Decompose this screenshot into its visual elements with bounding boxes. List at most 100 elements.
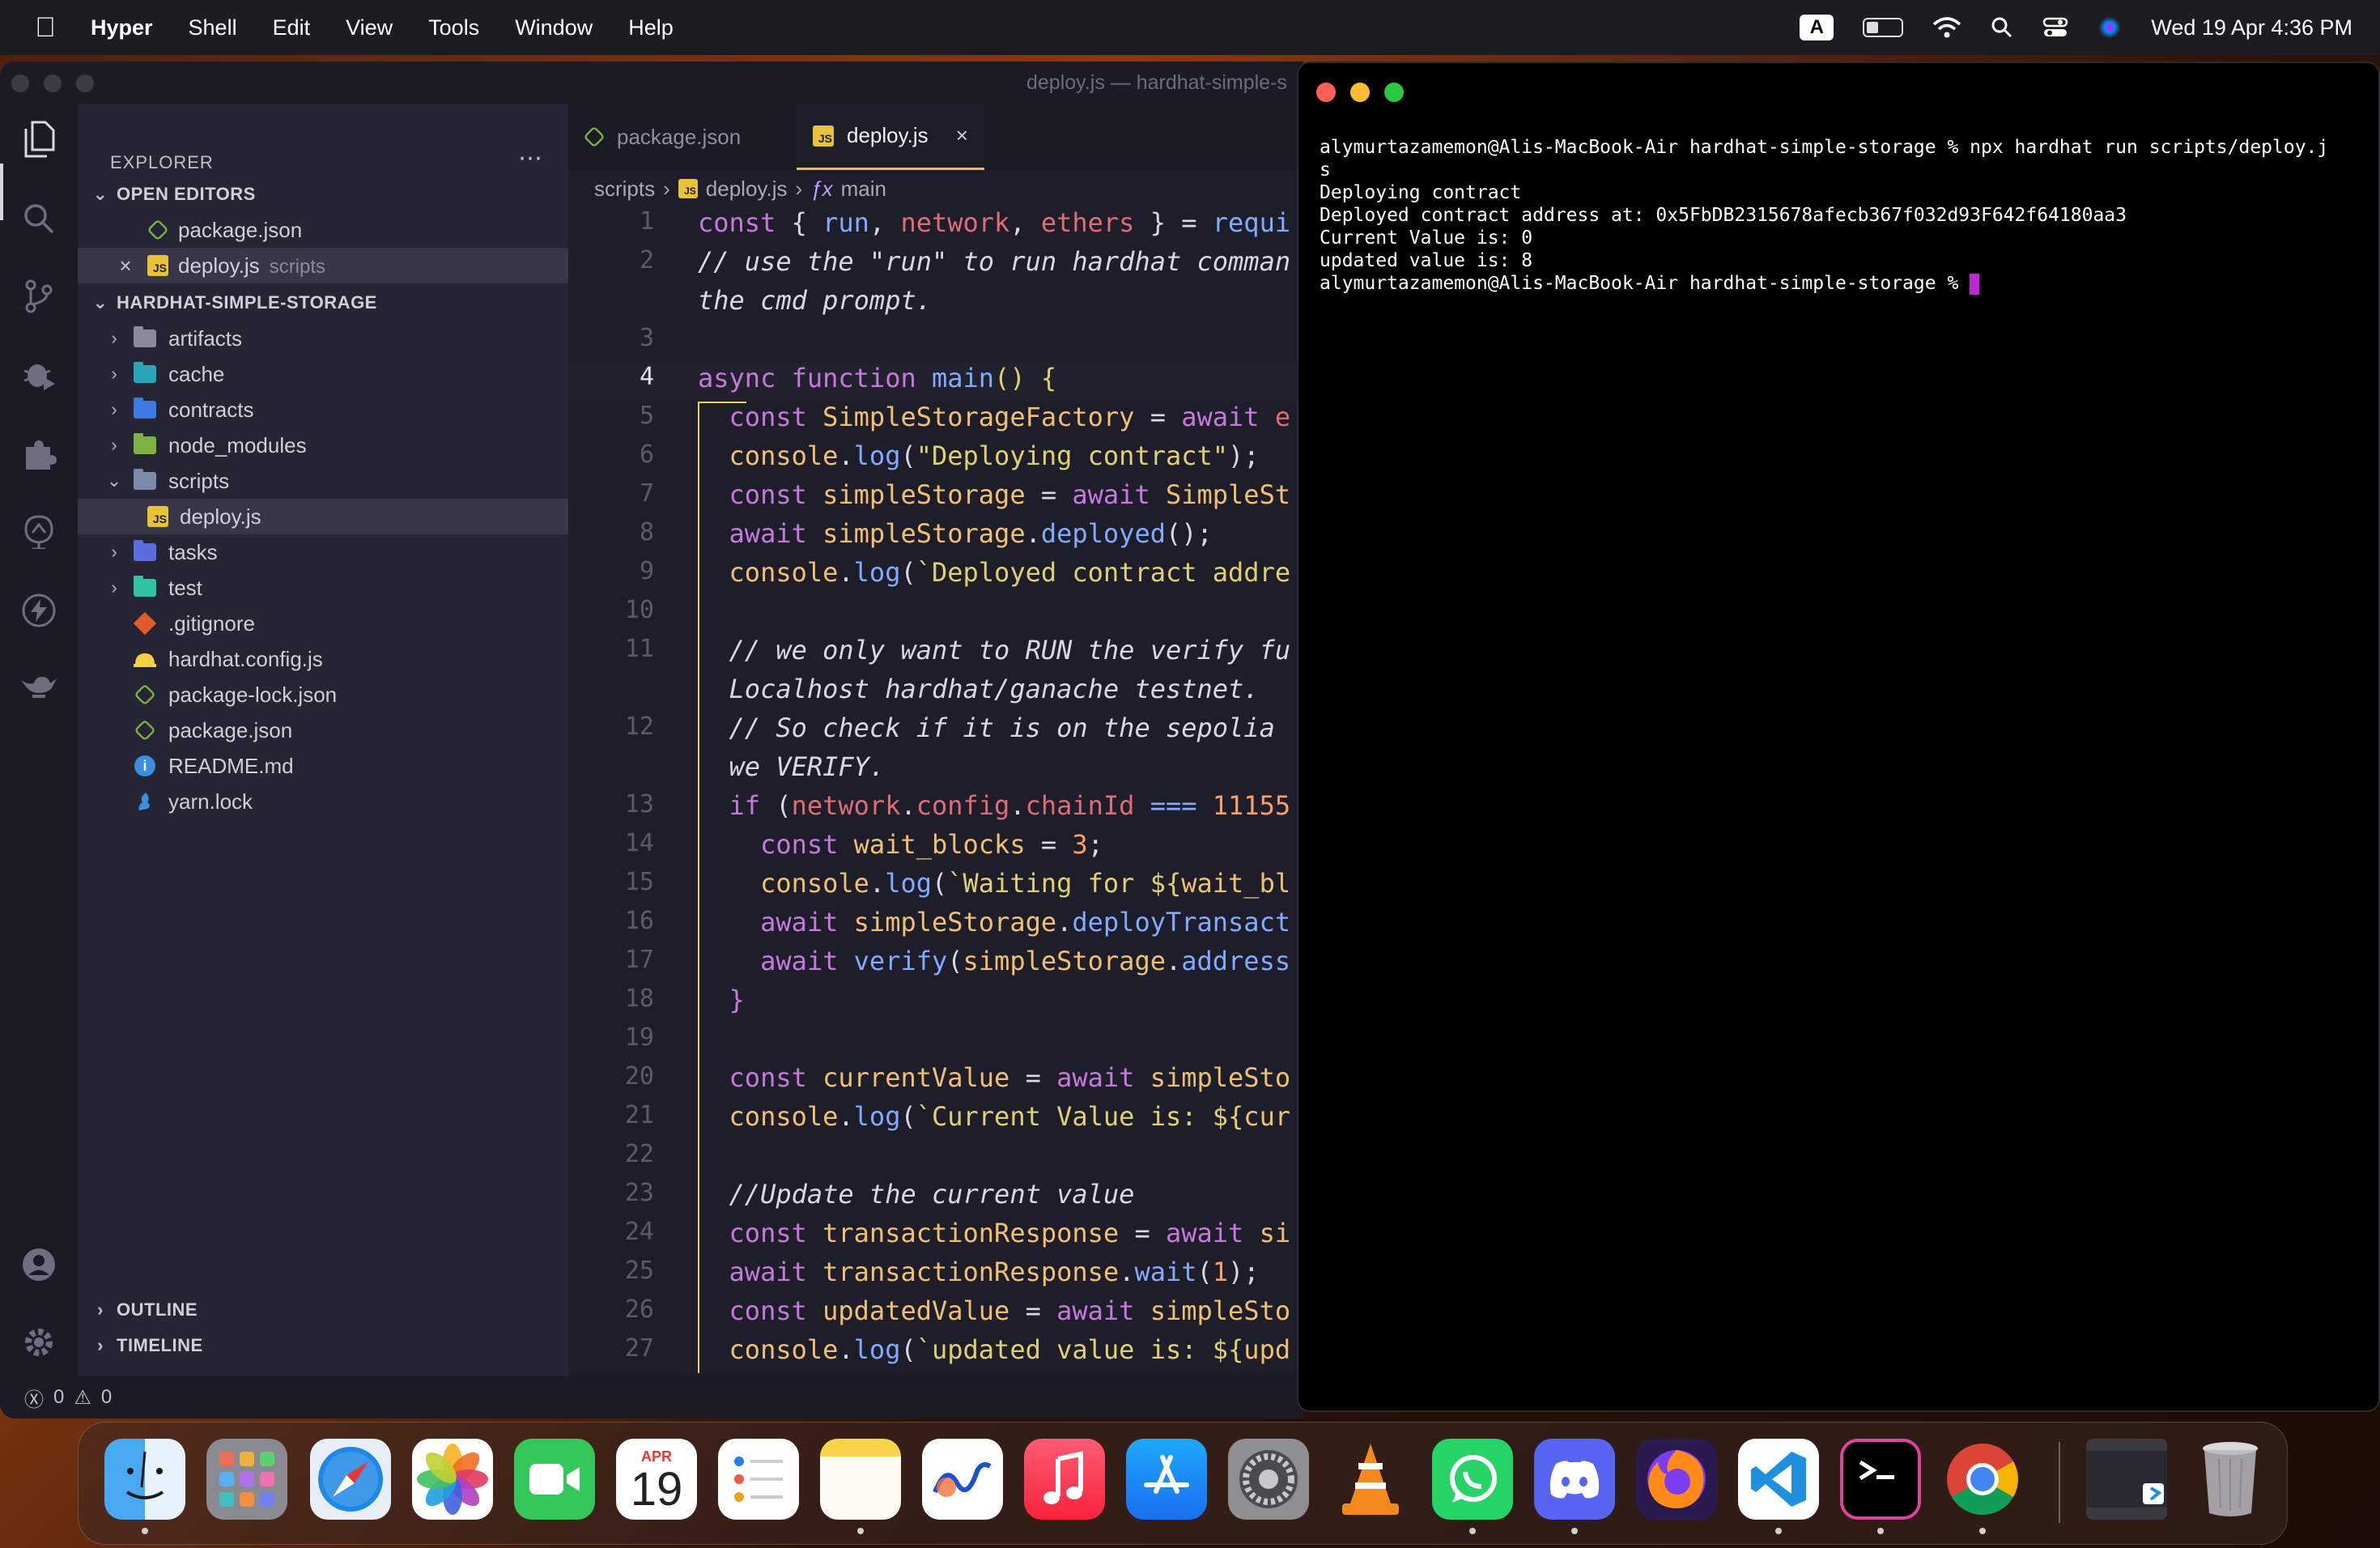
error-count[interactable]: 0 (53, 1386, 64, 1409)
accounts-icon[interactable] (19, 1245, 58, 1284)
minimize-window-button[interactable] (1350, 83, 1370, 102)
vscode-app-icon[interactable] (1738, 1439, 1819, 1520)
launchpad-icon[interactable] (206, 1439, 287, 1520)
breadcrumb-folder[interactable]: scripts (594, 176, 655, 202)
open-editors-section[interactable]: ⌄ OPEN EDITORS (78, 178, 568, 211)
photos-icon[interactable] (412, 1439, 493, 1520)
tree-item-cache[interactable]: › cache (78, 356, 568, 392)
menu-window[interactable]: Window (515, 15, 593, 40)
search-icon[interactable] (19, 199, 58, 238)
extensions-icon[interactable] (19, 434, 58, 473)
error-icon[interactable]: Ⓧ (24, 1384, 44, 1412)
timeline-section[interactable]: › TIMELINE (78, 1329, 568, 1362)
code-line: 15 console.log(`Waiting for ${wait_bl (624, 868, 1291, 899)
vlc-icon[interactable] (1330, 1439, 1411, 1520)
explorer-sidebar: EXPLORER ⋯ ⌄ OPEN EDITORS package.json ×… (78, 104, 568, 1376)
apple-menu-icon[interactable]:  (29, 12, 62, 44)
code-line: 5 const SimpleStorageFactory = await e (639, 402, 1291, 432)
code-line: 25 await transactionResponse.wait(1); (624, 1257, 1260, 1287)
tree-item-gitignore[interactable]: .gitignore (78, 606, 568, 641)
lightning-icon[interactable] (19, 591, 58, 630)
tab-package-json[interactable]: package.json (568, 104, 797, 170)
project-section[interactable]: ⌄ HARDHAT-SIMPLE-STORAGE (78, 287, 568, 319)
menu-help[interactable]: Help (628, 15, 674, 40)
code-line: the cmd prompt. (698, 285, 932, 316)
warning-icon[interactable]: ⚠ (74, 1386, 91, 1410)
menu-tools[interactable]: Tools (428, 15, 479, 40)
open-editors-label: OPEN EDITORS (117, 184, 256, 204)
code-line: 26 const updatedValue = await simpleSto (624, 1295, 1291, 1326)
menu-view[interactable]: View (346, 15, 393, 40)
menu-shell[interactable]: Shell (189, 15, 237, 40)
finder-icon[interactable] (104, 1439, 185, 1520)
tree-item-hardhat-config[interactable]: hardhat.config.js (78, 641, 568, 677)
tree-item-deploy-js[interactable]: JS deploy.js (78, 499, 568, 534)
firefox-icon[interactable] (1636, 1439, 1717, 1520)
app-store-icon[interactable] (1126, 1439, 1207, 1520)
facetime-icon[interactable] (514, 1439, 595, 1520)
remote-explorer-icon[interactable] (19, 512, 58, 551)
control-center-icon[interactable] (2042, 16, 2068, 39)
breadcrumb-file[interactable]: deploy.js (706, 176, 788, 202)
tree-item-test[interactable]: › test (78, 570, 568, 606)
notes-icon[interactable] (820, 1439, 901, 1520)
input-source-icon[interactable]: A (1800, 15, 1834, 40)
minimize-window-button[interactable] (44, 74, 62, 92)
tree-item-label: test (168, 575, 202, 600)
siri-icon[interactable] (2097, 15, 2122, 40)
outline-section[interactable]: › OUTLINE (78, 1294, 568, 1326)
freeform-icon[interactable] (922, 1439, 1003, 1520)
code-line: 18 } (624, 985, 745, 1015)
menu-app-name[interactable]: Hyper (91, 15, 153, 40)
system-settings-icon[interactable] (1228, 1439, 1309, 1520)
tree-item-package-json[interactable]: package.json (78, 712, 568, 748)
close-window-button[interactable] (1316, 83, 1336, 102)
open-editor-item[interactable]: package.json (78, 212, 568, 248)
source-control-icon[interactable] (19, 277, 58, 316)
close-window-button[interactable] (11, 74, 29, 92)
menu-edit[interactable]: Edit (273, 15, 311, 40)
running-indicator (1469, 1528, 1476, 1534)
menubar-datetime[interactable]: Wed 19 Apr 4:36 PM (2151, 15, 2352, 40)
discord-icon[interactable] (1534, 1439, 1615, 1520)
tree-item-yarn-lock[interactable]: yarn.lock (78, 784, 568, 819)
close-icon[interactable]: × (113, 253, 138, 278)
open-editor-item[interactable]: × JS deploy.js scripts (78, 248, 568, 283)
menu-bar:  Hyper Shell Edit View Tools Window Hel… (0, 0, 2380, 55)
manage-gear-icon[interactable] (19, 1323, 58, 1362)
trash-icon[interactable] (2190, 1439, 2271, 1520)
battery-icon[interactable] (1863, 18, 1904, 37)
terminal-prompt-line[interactable]: alymurtazamemon@Alis-MacBook-Air hardhat… (1320, 272, 2372, 295)
tree-item-tasks[interactable]: › tasks (78, 534, 568, 570)
calendar-icon[interactable]: APR 19 (616, 1439, 697, 1520)
zoom-window-button[interactable] (1384, 83, 1404, 102)
minimized-window-thumbnail[interactable] (2086, 1439, 2167, 1520)
spotlight-search-icon[interactable] (1991, 16, 2013, 39)
run-debug-icon[interactable] (19, 355, 58, 393)
more-actions-icon[interactable]: ⋯ (518, 144, 542, 172)
reminders-icon[interactable] (718, 1439, 799, 1520)
tree-item-readme[interactable]: i README.md (78, 748, 568, 784)
tree-item-node-modules[interactable]: › node_modules (78, 427, 568, 463)
zoom-window-button[interactable] (76, 74, 94, 92)
tab-deploy-js[interactable]: JS deploy.js × (797, 104, 984, 170)
tree-item-scripts[interactable]: ⌄ scripts (78, 463, 568, 499)
breadcrumb-symbol[interactable]: main (841, 176, 886, 202)
terminal-output[interactable]: alymurtazamemon@Alis-MacBook-Air hardhat… (1320, 136, 2372, 295)
explorer-files-icon[interactable] (19, 120, 58, 159)
whatsapp-icon[interactable] (1432, 1439, 1513, 1520)
music-icon[interactable] (1024, 1439, 1105, 1520)
hyper-window-controls (1316, 83, 1404, 102)
tree-item-artifacts[interactable]: › artifacts (78, 321, 568, 356)
tree-item-contracts[interactable]: › contracts (78, 392, 568, 427)
hyper-app-icon[interactable] (1840, 1439, 1921, 1520)
genie-lamp-icon[interactable] (19, 666, 58, 704)
safari-icon[interactable] (310, 1439, 391, 1520)
code-editor[interactable]: 1 const { run, network, ethers } = requi … (568, 207, 1303, 1373)
tree-item-package-lock[interactable]: package-lock.json (78, 677, 568, 712)
wifi-icon[interactable] (1932, 16, 1961, 39)
chrome-icon[interactable] (1942, 1439, 2023, 1520)
git-file-icon (133, 611, 157, 636)
warning-count[interactable]: 0 (101, 1386, 112, 1409)
close-icon[interactable]: × (956, 123, 968, 148)
